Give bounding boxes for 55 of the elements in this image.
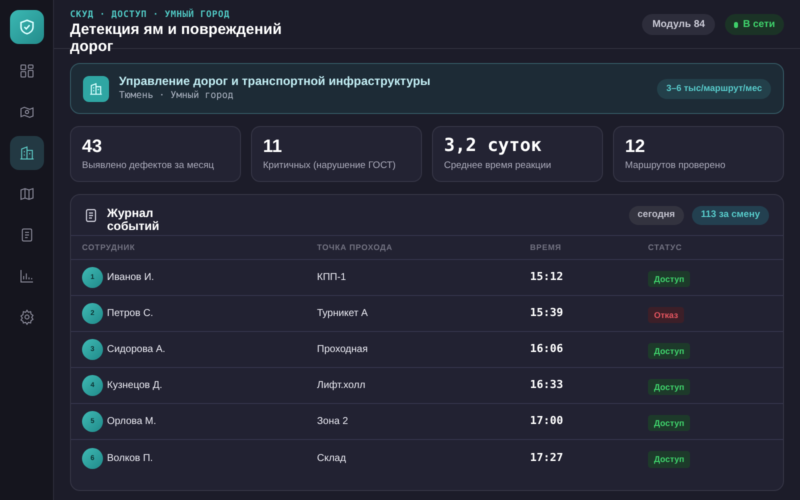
column-header: СОТРУДНИК — [82, 242, 136, 254]
employee-name: Петров С. — [107, 307, 154, 321]
module-badge: Модуль 84 — [642, 14, 715, 35]
breadcrumb: СКУД · ДОСТУП · УМНЫЙ ГОРОД — [70, 9, 231, 21]
grid-icon — [18, 63, 34, 79]
stat-value: 43 — [82, 135, 104, 157]
stat-value: 12 — [625, 135, 646, 157]
employee-name: Кузнецов Д. — [107, 379, 162, 393]
employee-name: Иванов И. — [107, 271, 154, 285]
settings-icon — [18, 309, 34, 325]
status-badge: Доступ — [648, 270, 690, 288]
access-point: Склад — [317, 452, 347, 466]
map-icon — [18, 186, 34, 202]
building-icon — [83, 76, 109, 102]
sidebar-item[interactable] — [10, 136, 44, 170]
access-point: Турникет А — [317, 307, 369, 321]
access-point: КПП-1 — [317, 271, 348, 285]
log-title: Журнал событий — [107, 207, 160, 233]
employee-name: Волков П. — [107, 452, 153, 466]
column-header: ТОЧКА ПРОХОДА — [317, 242, 394, 254]
status-badge: Доступ — [648, 414, 690, 432]
document-icon — [85, 208, 97, 222]
event-time: 16:06 — [530, 341, 564, 358]
status-badge: Доступ — [648, 451, 690, 468]
period-badge: сегодня — [628, 206, 684, 224]
access-point: Зона 2 — [317, 415, 350, 429]
column-header: СТАТУС — [648, 242, 683, 254]
stat-value: 11 — [263, 135, 284, 157]
online-badge: В сети — [724, 14, 784, 35]
employee-name: Орлова М. — [107, 415, 156, 429]
stat-value: 3,2 суток — [444, 135, 543, 157]
organization-name: Управление дорог и транспортной инфраструктуры — [119, 74, 432, 89]
event-time: 15:12 — [530, 269, 564, 286]
price-badge: 3–6 тыс/маршрут/мес — [657, 78, 771, 98]
event-time: 17:27 — [530, 450, 564, 466]
stat-label: Критичных (нарушение ГОСТ) — [263, 159, 397, 173]
count-badge: 113 за смену — [692, 206, 769, 224]
employee-name: Сидорова А. — [107, 343, 166, 357]
stat-label: Маршрутов проверено — [625, 159, 726, 173]
status-badge: Доступ — [648, 378, 690, 396]
page-title: Детекция ям и повреждений дорог — [70, 21, 283, 55]
event-time: 15:39 — [530, 305, 564, 322]
organization-location: Тюмень · Умный город — [119, 89, 234, 103]
column-header: ВРЕМЯ — [530, 242, 562, 254]
building-icon — [18, 145, 34, 161]
status-badge: Доступ — [648, 342, 690, 360]
access-point: Лифт.холл — [317, 379, 366, 393]
access-point: Проходная — [317, 343, 369, 357]
event-time: 16:33 — [530, 377, 564, 394]
bar-chart-icon — [18, 268, 34, 284]
status-badge: Отказ — [648, 306, 684, 324]
event-time: 17:00 — [530, 413, 564, 430]
stat-label: Выявлено дефектов за месяц — [82, 159, 215, 173]
logo-icon — [10, 10, 44, 44]
stat-label: Среднее время реакции — [444, 159, 552, 173]
